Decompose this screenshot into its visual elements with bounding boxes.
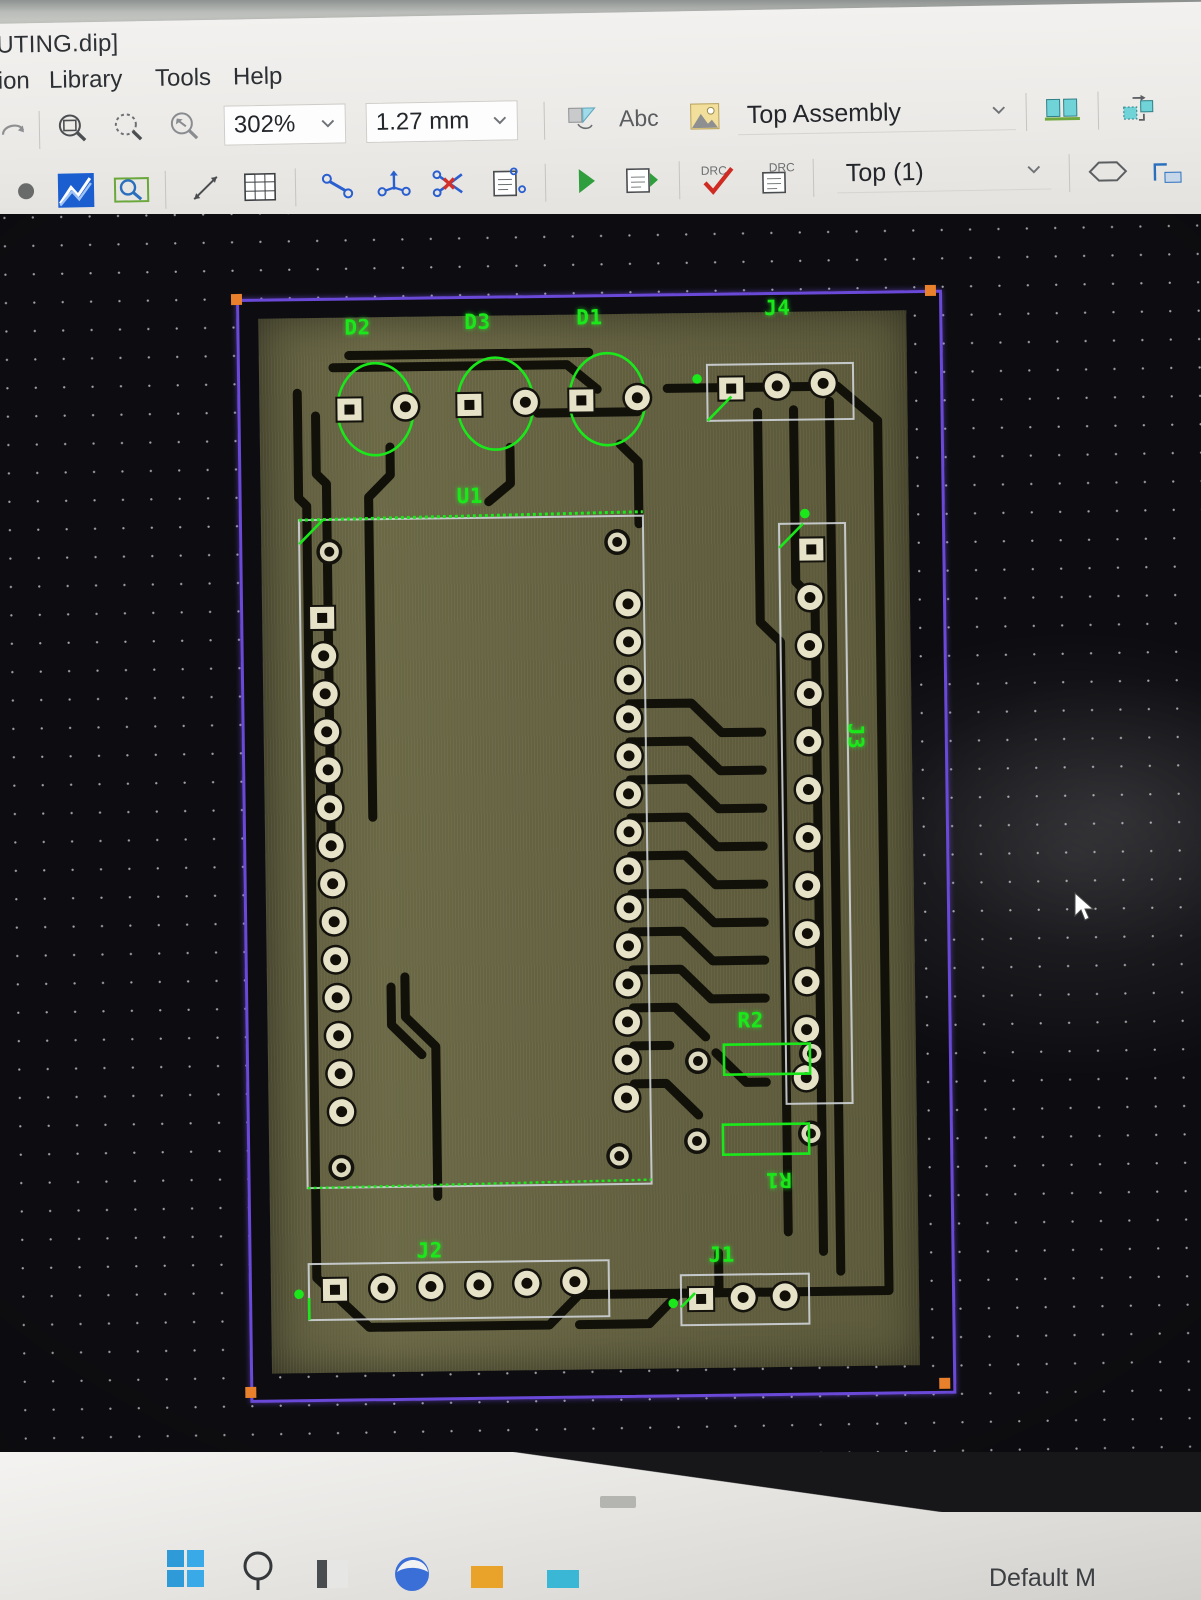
inspect-area-icon[interactable] <box>109 167 156 212</box>
menu-item-help[interactable]: Help <box>233 63 283 92</box>
grid-step-value: 1.27 mm <box>375 107 470 136</box>
window-title: UTING.dip] <box>0 29 119 59</box>
toolbar-separator <box>294 168 297 207</box>
grid-table-icon[interactable] <box>237 165 284 210</box>
file-explorer-icon[interactable] <box>312 1548 354 1597</box>
flip-board-icon[interactable] <box>559 97 606 142</box>
measure-tool-icon[interactable] <box>1144 148 1191 193</box>
run-report-icon[interactable] <box>619 158 666 203</box>
zoom-window-icon[interactable] <box>50 106 97 151</box>
toolbar-separator <box>1097 91 1100 130</box>
swap-components-icon[interactable] <box>1113 87 1160 132</box>
delete-net-icon[interactable] <box>427 161 474 206</box>
toolbar-separator <box>1068 154 1071 193</box>
layer-set-value: Top Assembly <box>746 97 902 129</box>
mouse-cursor <box>1074 892 1095 921</box>
designator-d3[interactable]: D3 <box>464 310 491 334</box>
toolbar-separator <box>543 101 546 140</box>
designator-j4[interactable]: J4 <box>764 296 791 320</box>
active-layer-combo[interactable]: Top (1) <box>836 150 1052 194</box>
active-layer-value: Top (1) <box>845 157 924 187</box>
toolbar-separator <box>38 111 41 150</box>
toolbar-separator <box>544 163 547 202</box>
zoom-last-icon[interactable] <box>162 104 209 149</box>
grid-step-combo[interactable]: 1.27 mm <box>365 100 519 144</box>
designator-r1[interactable]: R1 <box>765 1168 792 1192</box>
layer-set-combo[interactable]: Top Assembly <box>737 91 1017 136</box>
store-icon[interactable] <box>466 1548 508 1597</box>
zoom-level-combo[interactable]: 302% <box>223 103 347 146</box>
measure-distance-icon[interactable] <box>183 166 230 211</box>
chevron-down-icon <box>992 106 1006 115</box>
status-bar-mode: Default M <box>989 1564 1096 1592</box>
airwire-icon[interactable] <box>1084 149 1131 194</box>
undo-arrow-icon[interactable] <box>0 107 36 152</box>
toolbar-separator <box>1025 92 1028 131</box>
search-circle-icon[interactable] <box>240 1548 280 1597</box>
route-trace-icon[interactable] <box>53 168 100 213</box>
application-window: UTING.dip] tion Library Tools Help 302% … <box>0 1 1201 244</box>
toolbar-separator <box>678 161 681 200</box>
designator-d2[interactable]: D2 <box>344 315 371 339</box>
net-connect-icon[interactable] <box>315 163 362 208</box>
pcb-board[interactable]: D2 D3 D1 J4 U1 J3 R2 R1 J2 J1 <box>230 284 957 1403</box>
component-pair-icon[interactable] <box>1039 88 1086 133</box>
pcb-artwork <box>292 347 894 1332</box>
place-image-icon[interactable] <box>681 94 728 139</box>
designator-j2[interactable]: J2 <box>416 1238 443 1262</box>
zoom-selected-icon[interactable] <box>106 105 153 150</box>
designator-j3[interactable]: J3 <box>844 723 868 750</box>
monitor-photo: UTING.dip] tion Library Tools Help 302% … <box>0 0 1201 1600</box>
mail-icon[interactable] <box>542 1548 584 1597</box>
pcb-canvas[interactable]: D2 D3 D1 J4 U1 J3 R2 R1 J2 J1 <box>0 214 1201 1464</box>
net-report-icon[interactable] <box>485 160 532 205</box>
windows-start-icon[interactable] <box>165 1548 207 1595</box>
designator-d1[interactable]: D1 <box>576 305 603 329</box>
menu-item-tion[interactable]: tion <box>0 67 30 96</box>
zoom-level-value: 302% <box>233 110 296 139</box>
designator-j1[interactable]: J1 <box>708 1243 735 1267</box>
designator-u1[interactable]: U1 <box>456 484 483 508</box>
toolbar-separator <box>812 158 815 197</box>
edge-browser-icon[interactable] <box>390 1548 434 1597</box>
horizontal-scrollbar-thumb[interactable] <box>600 1496 636 1508</box>
chevron-down-icon <box>493 116 507 125</box>
chevron-down-icon <box>1027 165 1041 174</box>
drc-check-icon[interactable]: DRC <box>695 156 742 201</box>
drc-report-icon[interactable]: DRC <box>755 155 802 200</box>
chevron-down-icon <box>321 119 335 128</box>
menu-item-tools[interactable]: Tools <box>155 64 212 93</box>
designator-r2[interactable]: R2 <box>737 1008 764 1032</box>
menu-item-library[interactable]: Library <box>49 66 123 95</box>
ratsnest-icon[interactable] <box>371 162 418 207</box>
run-play-icon[interactable] <box>563 159 610 204</box>
toolbar-separator <box>164 170 167 209</box>
place-text-icon[interactable]: Abc <box>615 96 662 141</box>
pad-dot-icon[interactable] <box>3 169 50 214</box>
